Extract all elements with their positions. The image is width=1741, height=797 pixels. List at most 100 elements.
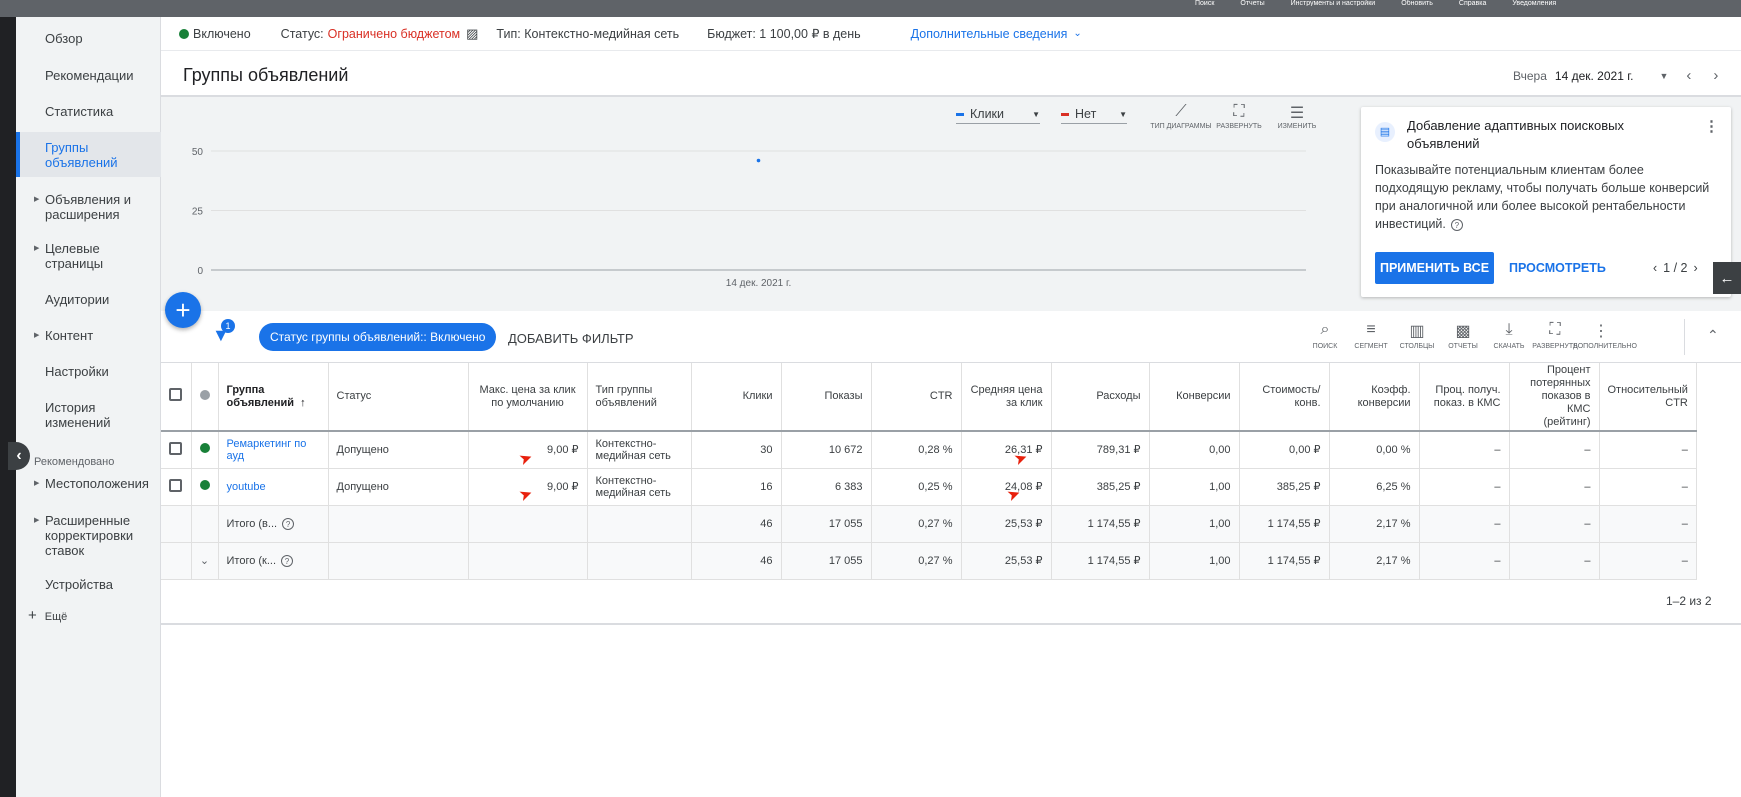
next-period-icon[interactable]: › [1713, 67, 1718, 84]
cell-value: 9,00 ₽ [547, 443, 579, 456]
add-filter-button[interactable]: ДОБАВИТЬ ФИЛЬТР [508, 331, 634, 346]
cell-col-15: – [1599, 431, 1697, 469]
sidebar-item-1-rec[interactable]: ▶ Местоположения [16, 476, 161, 491]
column-header-11[interactable]: Стоимость/ конв. [1239, 363, 1330, 432]
sidebar-item-7[interactable]: Аудитории [16, 292, 161, 307]
cell-col-1[interactable]: Ремаркетинг по ауд [218, 431, 329, 469]
sidebar-more[interactable]: + Ещё [28, 607, 67, 624]
select-all-checkbox[interactable] [169, 388, 183, 401]
cell-col-14: – [1509, 505, 1600, 543]
help-icon[interactable]: ? [282, 517, 295, 530]
view-button[interactable]: ПРОСМОТРЕТЬ [1509, 261, 1606, 275]
table-more-button[interactable]: ⋮ ДОПОЛНИТЕЛЬНО [1573, 321, 1637, 350]
column-header-label: Проц. получ. показ. в КМС [1433, 383, 1501, 409]
topnav-search[interactable]: Поиск [1195, 0, 1214, 6]
cell-col-3 [468, 505, 588, 543]
reports-label: ОТЧЕТЫ [1448, 343, 1478, 350]
cell-col-1[interactable]: youtube [218, 468, 329, 506]
top-bar: Поиск Отчеты Инструменты и настройки Обн… [0, 0, 1741, 17]
status-dot-icon[interactable] [199, 443, 210, 454]
cell-value: 17 055 [828, 517, 863, 530]
table-more-label: ДОПОЛНИТЕЛЬНО [1573, 343, 1637, 350]
sidebar-item-2-rec[interactable]: ▶ Расширенные корректировки ставок [16, 513, 161, 558]
cell-col-14: – [1509, 468, 1600, 506]
expand-arrow-icon: ▶ [34, 332, 40, 339]
cell-value: – [1681, 443, 1688, 456]
chart-status-icon[interactable]: ▨ [466, 26, 478, 42]
column-header-4[interactable]: Тип группы объявлений [587, 363, 692, 432]
cell-value: 0,00 ₽ [1289, 443, 1321, 456]
sidebar-item-3-rec[interactable]: Устройства [16, 577, 161, 592]
sort-arrow-icon[interactable]: ↑ [300, 397, 306, 409]
column-header-14[interactable]: Процент потерянных показов в КМС (рейтин… [1509, 363, 1600, 432]
sidebar-item-label: Статистика [45, 104, 114, 119]
topnav-notifications[interactable]: Уведомления [1512, 0, 1556, 6]
campaign-state[interactable]: Включено [193, 27, 251, 41]
add-ad-group-button[interactable]: + [165, 292, 201, 328]
row-checkbox-cell [161, 468, 192, 506]
column-header-8[interactable]: Средняя цена за клик [961, 363, 1052, 432]
collapse-up-icon[interactable]: ⌃ [1707, 327, 1719, 344]
column-header-6[interactable]: Показы [781, 363, 872, 432]
column-header-9[interactable]: Расходы [1051, 363, 1150, 432]
cell-value: 1 174,55 ₽ [1087, 554, 1141, 567]
column-header-10[interactable]: Конверсии [1149, 363, 1240, 432]
column-header-3[interactable]: Макс. цена за клик по умолчанию [468, 363, 588, 432]
sidebar-item-3[interactable]: Статистика [16, 104, 161, 119]
apply-all-button[interactable]: ПРИМЕНИТЬ ВСЕ [1375, 252, 1494, 284]
column-header-label: Показы [824, 390, 863, 402]
help-icon[interactable]: ? [281, 554, 294, 567]
sidebar-item-4[interactable]: Группы объявлений [16, 132, 161, 177]
next-card-icon[interactable]: › [1694, 261, 1698, 275]
column-header-12[interactable]: Коэфф. конверсии [1329, 363, 1420, 432]
column-header-13[interactable]: Проц. получ. показ. в КМС [1419, 363, 1510, 432]
prev-period-icon[interactable]: ‹ [1686, 67, 1691, 84]
column-header-7[interactable]: CTR [871, 363, 962, 432]
column-header-15[interactable]: Относительный CTR [1599, 363, 1697, 432]
ad-group-link[interactable]: Ремаркетинг по ауд [227, 438, 317, 462]
topnav-tools[interactable]: Инструменты и настройки [1291, 0, 1376, 6]
column-header-2[interactable]: Статус [328, 363, 469, 432]
status-dot-icon [179, 28, 189, 39]
topnav-help[interactable]: Справка [1459, 0, 1486, 6]
sidebar-item-2[interactable]: Рекомендации [16, 68, 161, 83]
card-body-text: Показывайте потенциальным клиентам более… [1375, 163, 1710, 231]
date-range-value[interactable]: 14 дек. 2021 г. [1555, 69, 1634, 83]
cell-value: 0,00 [1209, 443, 1231, 456]
prev-card-icon[interactable]: ‹ [1653, 261, 1657, 275]
dropdown-arrow-icon[interactable]: ▼ [1659, 71, 1668, 81]
cell-col-2 [328, 505, 469, 543]
cell-col-10: 0,00 [1149, 431, 1240, 469]
sidebar-item-5[interactable]: ▶ Объявления и расширения [16, 192, 161, 222]
topnav-refresh[interactable]: Обновить [1401, 0, 1433, 6]
date-range-picker[interactable]: Вчера 14 дек. 2021 г. ▼ ‹ › [1513, 67, 1718, 84]
cell-col-6: 17 055 [781, 542, 872, 580]
sidebar-item-9[interactable]: Настройки [16, 364, 161, 379]
cell-value: 0,28 % [918, 443, 953, 456]
row-checkbox[interactable] [169, 478, 183, 492]
sidebar-item-10[interactable]: История изменений [16, 400, 161, 430]
ad-group-link[interactable]: youtube [227, 481, 317, 493]
sidebar-item-8[interactable]: ▶ Контент [16, 328, 161, 343]
ad-groups-table: Группа объявлений ↑ Статус Макс. цена за кл… [161, 363, 1697, 580]
help-icon[interactable]: ? [1450, 219, 1463, 231]
sidebar-item-6[interactable]: ▶ Целевые страницы [16, 241, 161, 271]
page-title: Группы объявлений [183, 65, 349, 85]
column-header-5[interactable]: Клики [691, 363, 782, 432]
sidebar-item-1[interactable]: Обзор [16, 31, 161, 46]
page-header: Группы объявлений Вчера 14 дек. 2021 г. … [161, 50, 1741, 97]
chevron-down-icon[interactable]: ⌄ [1073, 28, 1081, 39]
chevron-down-icon[interactable]: ⌄ [200, 555, 209, 567]
more-vert-icon[interactable]: ⋮ [1704, 117, 1719, 135]
topnav-reports[interactable]: Отчеты [1240, 0, 1264, 6]
more-details-link[interactable]: Дополнительные сведения [911, 27, 1068, 41]
column-header-1[interactable]: Группа объявлений ↑ [218, 363, 329, 432]
cell-value: 6,25 % [1376, 480, 1411, 493]
side-panel-arrow-icon[interactable]: ← [1713, 262, 1741, 294]
status-dot-icon[interactable] [199, 480, 210, 490]
cell-col-13: – [1419, 505, 1510, 543]
status-filter-chip[interactable]: Статус группы объявлений:: Включено [259, 323, 497, 351]
data-point-clicks[interactable] [756, 158, 761, 163]
row-checkbox[interactable] [169, 441, 183, 455]
cell-col-10: 1,00 [1149, 468, 1240, 506]
